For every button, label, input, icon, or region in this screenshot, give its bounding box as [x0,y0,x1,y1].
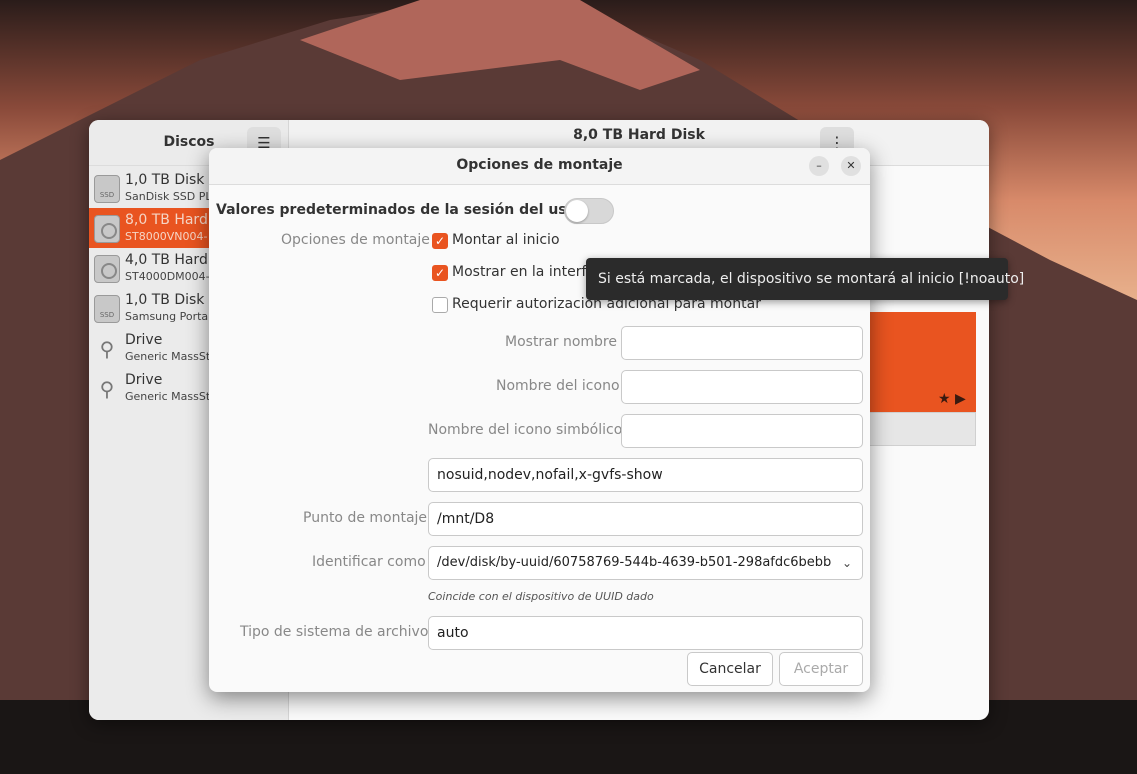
display-name-input[interactable] [621,326,863,360]
mount-options-input[interactable]: nosuid,nodev,nofail,x-gvfs-show [428,458,863,492]
mount-at-startup-checkbox[interactable]: ✓ [432,233,448,249]
symbolic-icon-input[interactable] [621,414,863,448]
display-name-label: Mostrar nombre [505,334,617,350]
dialog-header: Opciones de montaje – ✕ [209,148,870,185]
fs-type-label: Tipo de sistema de archivos [240,624,436,640]
session-defaults-label: Valores predeterminados de la sesión del… [216,202,608,218]
disk-name: Drive [125,372,163,388]
hdd-icon [94,255,120,283]
icon-name-label: Nombre del icono [496,378,620,394]
hdd-icon [94,215,120,243]
disk-model: ST8000VN004- [125,230,208,243]
ssd-icon: SSD [94,175,120,203]
window-title: 8,0 TB Hard Disk [573,127,705,143]
identify-as-value: /dev/disk/by-uuid/60758769-544b-4639-b50… [437,555,832,570]
fs-type-input[interactable]: auto [428,616,863,650]
icon-name-input[interactable] [621,370,863,404]
require-auth-checkbox[interactable] [432,297,448,313]
tooltip: Si está marcada, el dispositivo se monta… [586,258,1024,300]
accept-button[interactable]: Aceptar [779,652,863,686]
mount-at-startup-label: Montar al inicio [452,232,560,248]
mount-point-input[interactable]: /mnt/D8 [428,502,863,536]
mount-options-dialog: Opciones de montaje – ✕ Valores predeter… [209,148,870,692]
identify-hint: Coincide con el dispositivo de UUID dado [428,590,654,603]
usb-icon: ⚲ [99,377,115,401]
chevron-down-icon: ⌄ [841,556,852,570]
symbolic-icon-label: Nombre del icono simbólico [428,422,623,438]
play-star-icon: ★ ▶ [938,391,966,407]
dialog-minimize-button[interactable]: – [809,156,829,176]
show-in-ui-checkbox[interactable]: ✓ [432,265,448,281]
ssd-icon: SSD [94,295,120,323]
mount-point-label: Punto de montaje [303,510,428,526]
toggle-knob [566,200,588,222]
dialog-title: Opciones de montaje [456,157,623,173]
disk-name: 1,0 TB Disk [125,172,205,188]
cancel-button[interactable]: Cancelar [687,652,773,686]
dialog-close-button[interactable]: ✕ [841,156,861,176]
identify-as-combobox[interactable]: /dev/disk/by-uuid/60758769-544b-4639-b50… [428,546,863,580]
identify-as-label: Identificar como [312,554,426,570]
disk-name: 1,0 TB Disk [125,292,205,308]
disk-model: ST4000DM004- [125,270,210,283]
usb-icon: ⚲ [99,337,115,361]
mount-options-label: Opciones de montaje [281,232,430,248]
session-defaults-toggle[interactable] [564,198,614,224]
disk-name: Drive [125,332,163,348]
